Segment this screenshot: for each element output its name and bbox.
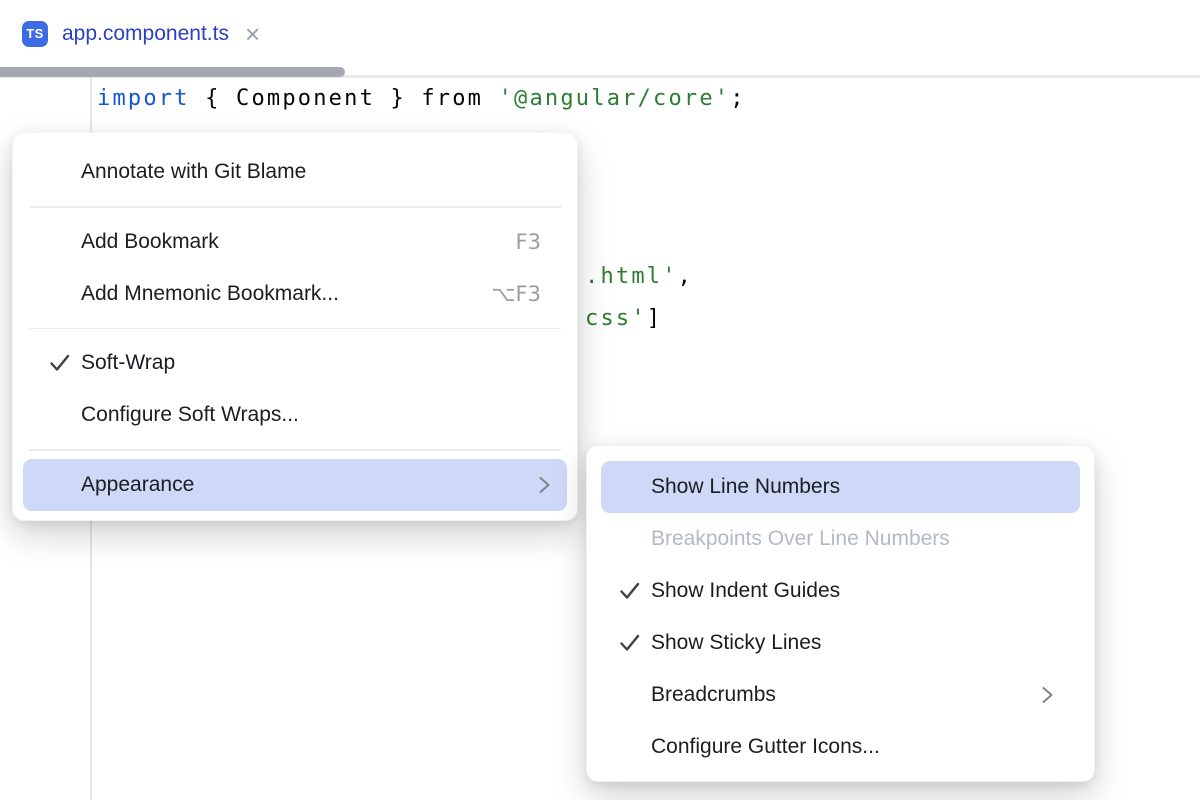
menu-separator bbox=[29, 449, 561, 451]
menu-item-appearance[interactable]: Appearance bbox=[23, 459, 567, 511]
chevron-right-icon bbox=[1040, 684, 1054, 706]
code-line-import: import { Component } from '@angular/core… bbox=[97, 86, 746, 111]
code-string: css' bbox=[585, 306, 647, 331]
menu-item-label: Breadcrumbs bbox=[651, 683, 776, 707]
menu-item-label: Soft-Wrap bbox=[81, 351, 175, 375]
shortcut-label: F3 bbox=[516, 230, 541, 254]
tab-scrollbar-thumb[interactable] bbox=[0, 67, 345, 77]
shortcut-label: ⌥F3 bbox=[491, 282, 541, 306]
code-keyword: import bbox=[97, 86, 190, 111]
code-text: ; bbox=[730, 86, 745, 111]
editor-tab-bar: TS app.component.ts × bbox=[0, 0, 1200, 67]
code-text: ] bbox=[647, 306, 662, 331]
menu-item-show-sticky-lines[interactable]: Show Sticky Lines bbox=[601, 617, 1080, 669]
close-icon[interactable]: × bbox=[245, 21, 260, 47]
menu-item-label: Show Indent Guides bbox=[651, 579, 840, 603]
code-text: { Component } from bbox=[190, 86, 499, 111]
tab-app-component-ts[interactable]: TS app.component.ts × bbox=[22, 0, 260, 67]
checkmark-icon bbox=[47, 350, 73, 376]
checkmark-icon bbox=[617, 630, 643, 656]
menu-item-label: Annotate with Git Blame bbox=[81, 160, 306, 184]
menu-item-label: Add Bookmark bbox=[81, 230, 219, 254]
chevron-right-icon bbox=[537, 474, 551, 496]
menu-item-configure-soft-wraps[interactable]: Configure Soft Wraps... bbox=[23, 389, 567, 441]
menu-separator bbox=[29, 328, 561, 330]
typescript-file-icon: TS bbox=[22, 21, 48, 47]
menu-item-label: Add Mnemonic Bookmark... bbox=[81, 282, 339, 306]
menu-item-annotate-with-git-blame[interactable]: Annotate with Git Blame bbox=[23, 146, 567, 198]
code-string: .html' bbox=[585, 264, 678, 289]
menu-item-add-bookmark[interactable]: Add Bookmark F3 bbox=[23, 216, 567, 268]
menu-item-label: Configure Soft Wraps... bbox=[81, 403, 299, 427]
menu-item-soft-wrap[interactable]: Soft-Wrap bbox=[23, 337, 567, 389]
menu-item-breadcrumbs[interactable]: Breadcrumbs bbox=[601, 669, 1080, 721]
menu-separator bbox=[29, 206, 561, 208]
menu-item-label: Appearance bbox=[81, 473, 194, 497]
appearance-submenu: Show Line Numbers Breakpoints Over Line … bbox=[586, 445, 1095, 782]
menu-item-show-line-numbers[interactable]: Show Line Numbers bbox=[601, 461, 1080, 513]
menu-item-label: Breakpoints Over Line Numbers bbox=[651, 527, 950, 551]
menu-item-label: Configure Gutter Icons... bbox=[651, 735, 880, 759]
tab-label: app.component.ts bbox=[62, 22, 229, 46]
menu-item-label: Show Sticky Lines bbox=[651, 631, 821, 655]
menu-item-add-mnemonic-bookmark[interactable]: Add Mnemonic Bookmark... ⌥F3 bbox=[23, 268, 567, 320]
menu-item-show-indent-guides[interactable]: Show Indent Guides bbox=[601, 565, 1080, 617]
checkmark-icon bbox=[617, 578, 643, 604]
menu-item-configure-gutter-icons[interactable]: Configure Gutter Icons... bbox=[601, 721, 1080, 773]
editor-context-menu: Annotate with Git Blame Add Bookmark F3 … bbox=[12, 132, 578, 521]
code-string: '@angular/core' bbox=[499, 86, 731, 111]
code-text: , bbox=[678, 264, 693, 289]
menu-item-breakpoints-over-line-numbers: Breakpoints Over Line Numbers bbox=[601, 513, 1080, 565]
ide-editor-screen: TS app.component.ts × import { Component… bbox=[0, 0, 1200, 800]
menu-item-label: Show Line Numbers bbox=[651, 475, 840, 499]
code-fragment-template-url: .html', bbox=[585, 264, 693, 289]
code-fragment-style-urls: css'] bbox=[585, 306, 662, 331]
